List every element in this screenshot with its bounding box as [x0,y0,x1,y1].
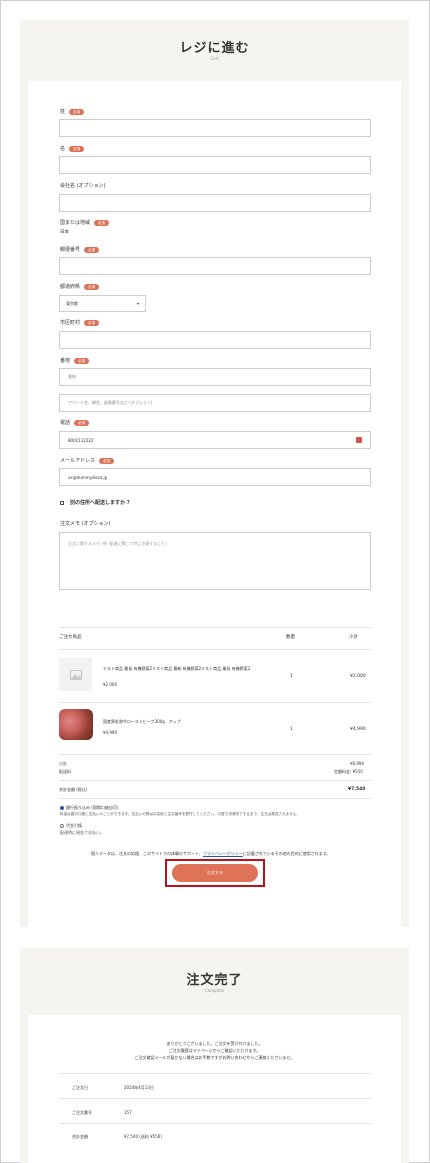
roast-beef-image [59,709,93,740]
product-name: テスト商品 最長 有機野菜2テスト商品 最新 有機野菜2テスト商品 最長 有機野… [103,666,251,671]
city-label: 市区町村 必須 [60,319,100,326]
city-input[interactable] [59,331,371,349]
product-qty: 1 [290,674,293,679]
complete-message-1: ありがとうございました。ご注文を受け付けました。 [166,1041,263,1046]
address-line2-input[interactable]: アパート名、棟名、部屋番号など (オプション) [59,394,371,412]
prefecture-select[interactable]: 東京都 ▾ [59,295,146,312]
highlight-box: 注文する [165,859,265,887]
required-badge: 必須 [84,246,100,253]
radio-selected-icon [60,806,64,810]
placeholder-image-icon [59,658,92,691]
payment-cod-desc: 配達時に現金でお払い。 [60,830,104,835]
country-label: 国または地域 必須 [60,219,110,226]
notes-label: 注文メモ (オプション) [60,521,111,527]
product-price: ¥2,000 [103,682,117,687]
checkout-title: レジに進む [179,41,250,56]
chevron-down-icon: ▾ [136,301,139,306]
divider [59,649,371,650]
divider [59,702,371,703]
total-value: ¥7,540 [348,787,366,792]
required-badge: 必須 [84,283,100,290]
product-subtotal: ¥4,990 [350,727,366,732]
shipping-value: 定額料金: ¥550 [334,769,363,774]
email-label: メールアドレス 必須 [60,457,115,464]
divider [59,1098,371,1099]
checkout-card: 姓必須 名必須 会社名 (オプション) 国または地域 必須 日本 郵便番号 必須 都… [28,81,401,927]
payment-cod-option[interactable]: 代金引換 [60,823,82,829]
product-subtotal: ¥2,000 [350,674,366,679]
order-total-value: ¥7,540 (送料 ¥550) [124,1134,162,1139]
email-input[interactable]: xx@dummydisco.jp [59,468,371,486]
divider [59,798,371,799]
address-label: 番地 必須 [60,357,90,364]
last-name-label: 姓必須 [60,108,85,115]
product-qty: 1 [290,727,293,732]
checkout-panel: レジに進む Cart 姓必須 名必須 会社名 (オプション) 国または地域 必須 … [20,20,409,927]
col-qty-header: 数量 [286,635,295,640]
first-name-label: 名必須 [60,145,85,152]
phone-input[interactable]: 8001112222 [59,431,371,449]
required-badge: 必須 [74,419,90,426]
subtotal-label: 小計 [59,761,67,766]
ship-other-checkbox[interactable]: 別の住所へ配送しますか ? [60,499,130,506]
required-badge: 必須 [94,219,110,226]
order-date-value: 2024年4月13日 [124,1085,154,1090]
required-badge: 必須 [74,357,90,364]
company-label: 会社名 (オプション) [60,183,106,189]
country-value: 日本 [60,230,69,235]
payment-bank-option[interactable]: 銀行振り込み (国際口座自可) [60,805,118,811]
complete-message-2: ご注文履歴はマイページからご確認いただけます。 [168,1048,261,1053]
divider [59,780,371,781]
divider [59,754,371,755]
col-product-header: ご注文商品 [59,635,82,640]
required-badge: 必須 [69,108,85,115]
complete-message-3: ご注文確認メールが届かない場合はお手数ですがお問い合わせからご連絡くださいませ。 [134,1055,295,1060]
col-subtotal-header: 小計 [349,635,358,640]
required-badge: 必須 [69,145,85,152]
address-line1-input[interactable]: 番地 [59,368,371,386]
required-badge: 必須 [99,457,115,464]
shipping-label: 配送料 [59,769,71,774]
prefecture-label: 都道府県 必須 [60,283,100,290]
place-order-button[interactable]: 注文する [172,864,258,882]
complete-card: ありがとうございました。ご注文を受け付けました。 ご注文履歴はマイページからご確… [28,1015,401,1163]
product-name: 国産黒毛和牛ローストビーフ300g アップ [103,719,181,724]
company-input[interactable] [59,194,371,212]
divider [59,627,371,628]
checkout-subtitle: Cart [210,56,219,61]
product-price: ¥4,990 [103,730,117,735]
postal-input[interactable] [59,257,371,275]
order-number-value: 157 [124,1110,132,1115]
privacy-notice: 個人データは、注文の処理、このサイトでの体験のサポート、プライバシーポリシーに記… [91,851,331,856]
notes-textarea[interactable]: 注文に関するメモ (例: 配達に関して特に注意すること) [59,532,371,590]
payment-bank-desc: 料金は直行口座に支払いのことができます。支払いの際はお名前と注文番号を受付してく… [60,812,300,816]
total-label: 合計金額 (税込) [59,787,88,792]
checkbox-icon [60,500,64,505]
divider [59,1123,371,1124]
order-number-label: ご注文番号 [72,1110,92,1115]
required-badge: 必須 [84,319,100,326]
complete-title: 注文完了 [186,973,243,988]
order-total-label: 合計金額 [72,1134,88,1139]
phone-label: 電話 必須 [60,419,90,426]
privacy-policy-link[interactable]: プライバシーポリシー [203,851,243,856]
last-name-input[interactable] [59,119,371,137]
postal-label: 郵便番号 必須 [60,246,100,253]
radio-icon [60,824,64,828]
complete-subtitle: Complete [204,988,225,993]
first-name-input[interactable] [59,156,371,174]
divider [59,1073,371,1074]
subtotal-value: ¥6,990 [350,761,364,766]
complete-panel: 注文完了 Complete ありがとうございました。ご注文を受け付けました。 ご… [20,948,409,1163]
order-date-label: ご注文日 [72,1085,88,1090]
autofill-icon [356,437,362,443]
